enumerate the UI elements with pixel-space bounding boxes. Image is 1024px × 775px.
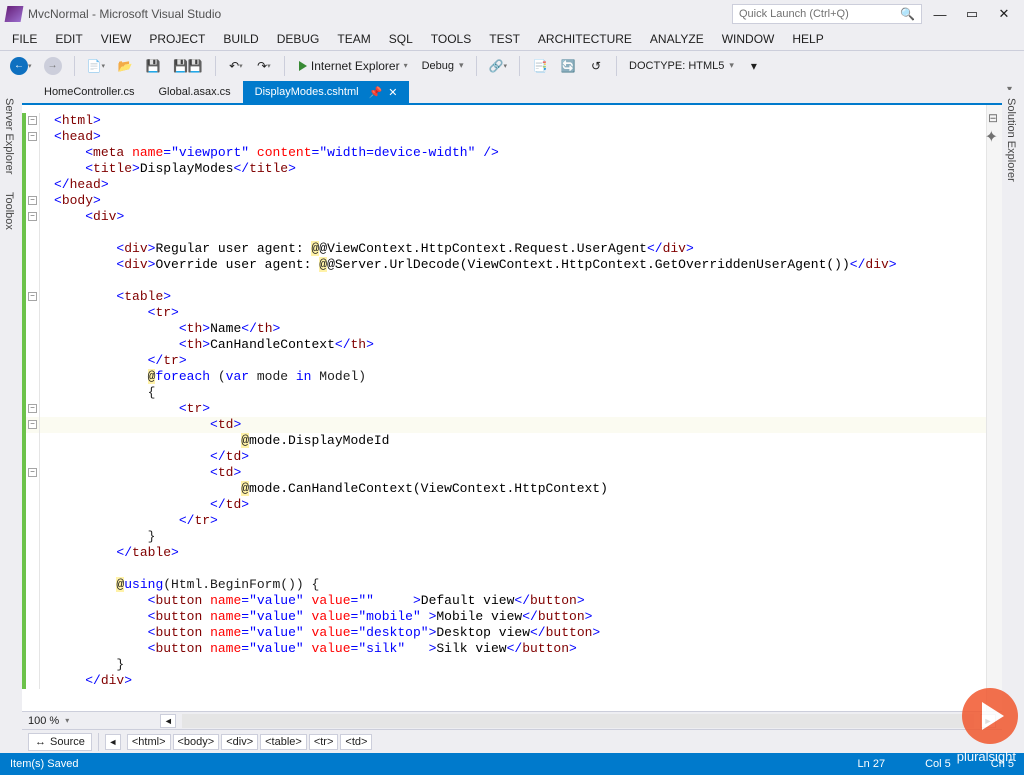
- nav-forward-button[interactable]: →: [40, 55, 66, 77]
- undo-button[interactable]: ↶▾: [224, 55, 248, 77]
- menu-bar: FILEEDITVIEWPROJECTBUILDDEBUGTEAMSQLTOOL…: [0, 28, 1024, 50]
- sync-button[interactable]: ↺: [584, 55, 608, 77]
- right-tool-dock: Solution Explorer: [1002, 90, 1024, 190]
- maximize-button[interactable]: ▭: [958, 4, 986, 24]
- menu-project[interactable]: PROJECT: [141, 29, 213, 49]
- menu-edit[interactable]: EDIT: [47, 29, 90, 49]
- breadcrumb-item[interactable]: <html>: [127, 734, 171, 750]
- dock-solution-explorer[interactable]: Solution Explorer: [1002, 90, 1020, 190]
- search-icon: 🔍: [900, 7, 915, 21]
- pin-icon[interactable]: 📌: [369, 86, 383, 99]
- menu-build[interactable]: BUILD: [215, 29, 266, 49]
- close-icon[interactable]: ✕: [388, 86, 397, 99]
- title-bar: MvcNormal - Microsoft Visual Studio Quic…: [0, 0, 1024, 28]
- breadcrumb-item[interactable]: <div>: [221, 734, 258, 750]
- menu-window[interactable]: WINDOW: [714, 29, 783, 49]
- menu-view[interactable]: VIEW: [93, 29, 140, 49]
- close-button[interactable]: ✕: [990, 4, 1018, 24]
- source-view-button[interactable]: ↔ Source: [28, 733, 92, 751]
- dock-server-explorer[interactable]: Server Explorer: [0, 90, 22, 182]
- split-icon[interactable]: ⊟: [988, 111, 998, 125]
- zoom-level[interactable]: 100 %: [28, 715, 59, 727]
- code-editor[interactable]: ⊟ ✦ −<html>−<head> <meta name="viewport"…: [22, 103, 1002, 711]
- refresh-button[interactable]: 🔄: [556, 55, 580, 77]
- menu-sql[interactable]: SQL: [381, 29, 421, 49]
- document-tab-well: HomeController.csGlobal.asax.csDisplayMo…: [0, 80, 1024, 103]
- nav-back-button[interactable]: ←▾: [6, 55, 36, 77]
- expand-icon[interactable]: ✦: [985, 127, 998, 147]
- breadcrumb-item[interactable]: <td>: [340, 734, 372, 750]
- open-file-button[interactable]: 📂: [113, 55, 137, 77]
- editor-footer-bar: 100 % ▾ ◄ ►: [22, 711, 1002, 729]
- menu-analyze[interactable]: ANALYZE: [642, 29, 712, 49]
- config-select[interactable]: Debug: [418, 59, 468, 73]
- save-all-button[interactable]: 💾💾: [169, 55, 207, 77]
- breadcrumb-item[interactable]: <body>: [173, 734, 220, 750]
- new-item-button[interactable]: 📑: [528, 55, 552, 77]
- quick-launch-input[interactable]: Quick Launch (Ctrl+Q) 🔍: [732, 4, 922, 24]
- breadcrumb-item[interactable]: <table>: [260, 734, 307, 750]
- breadcrumb-item[interactable]: <tr>: [309, 734, 339, 750]
- path-nav-left[interactable]: ◄: [105, 734, 121, 750]
- tab-global-asax-cs[interactable]: Global.asax.cs: [146, 81, 242, 103]
- vs-logo-icon: [5, 6, 24, 22]
- horizontal-scrollbar[interactable]: [182, 714, 974, 728]
- play-overlay-icon: [962, 688, 1018, 744]
- menu-test[interactable]: TEST: [481, 29, 528, 49]
- start-debug-button[interactable]: Internet Explorer ▾: [293, 55, 414, 77]
- menu-team[interactable]: TEAM: [329, 29, 378, 49]
- dock-toolbox[interactable]: Toolbox: [0, 184, 22, 238]
- status-message: Item(s) Saved: [10, 758, 78, 770]
- brand-watermark: pluralsight: [957, 749, 1016, 764]
- status-col: Col 5: [925, 758, 951, 770]
- redo-button[interactable]: ↷▾: [252, 55, 276, 77]
- doctype-select[interactable]: DOCTYPE: HTML5: [625, 59, 738, 73]
- menu-debug[interactable]: DEBUG: [269, 29, 328, 49]
- tab-displaymodes-cshtml[interactable]: DisplayModes.cshtml📌✕: [243, 81, 410, 103]
- menu-help[interactable]: HELP: [784, 29, 831, 49]
- scroll-left-button[interactable]: ◄: [160, 714, 176, 728]
- menu-file[interactable]: FILE: [4, 29, 45, 49]
- window-title: MvcNormal - Microsoft Visual Studio: [28, 7, 221, 21]
- save-button[interactable]: 💾: [141, 55, 165, 77]
- tab-homecontroller-cs[interactable]: HomeController.cs: [32, 81, 146, 103]
- code-body[interactable]: −<html>−<head> <meta name="viewport" con…: [22, 105, 986, 711]
- main-toolbar: ←▾ → 📄▾ 📂 💾 💾💾 ↶▾ ↷▾ Internet Explorer ▾…: [0, 50, 1024, 80]
- vertical-scrollbar[interactable]: [986, 105, 1002, 711]
- status-line: Ln 27: [858, 758, 886, 770]
- minimize-button[interactable]: —: [926, 4, 954, 24]
- toolbar-more-button[interactable]: ▾: [742, 55, 766, 77]
- play-icon: [299, 61, 307, 71]
- status-bar: Item(s) Saved Ln 27 Col 5 Ch 5: [0, 753, 1024, 775]
- debug-target-label: Internet Explorer: [311, 59, 400, 73]
- new-project-button[interactable]: 📄▾: [83, 55, 109, 77]
- html-path-bar: ↔ Source ◄ <html><body><div><table><tr><…: [22, 729, 1002, 753]
- left-tool-dock: Server ExplorerToolbox: [0, 90, 22, 238]
- menu-architecture[interactable]: ARCHITECTURE: [530, 29, 640, 49]
- quick-launch-placeholder: Quick Launch (Ctrl+Q): [739, 8, 849, 20]
- browser-link-button[interactable]: 🔗▾: [485, 55, 511, 77]
- menu-tools[interactable]: TOOLS: [423, 29, 479, 49]
